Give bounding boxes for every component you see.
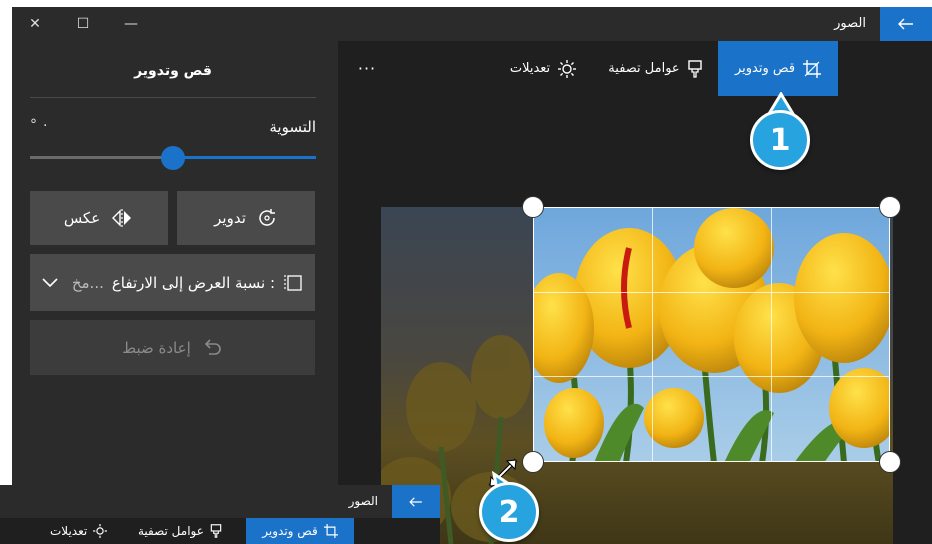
secondary-back-button[interactable] [392, 485, 440, 518]
straighten-slider-fill [173, 156, 316, 159]
sun-icon [558, 59, 577, 78]
photos-window-secondary: الصور قص وتدوير عوامل تصفية تعديلات [0, 485, 440, 544]
crop-grid-line [534, 292, 889, 293]
panel-title: قص وتدوير [134, 63, 212, 79]
panel-divider [30, 97, 316, 98]
title-bar: ✕ ☐ — الصور [12, 7, 932, 41]
secondary-tab-adjust-label: تعديلات [50, 524, 88, 538]
crop-region[interactable] [533, 207, 890, 462]
close-button[interactable]: ✕ [12, 7, 58, 41]
aspect-ratio-dropdown[interactable]: مخ... نسبة العرض إلى الارتفاع : [30, 254, 315, 311]
edit-toolbar: ··· تعديلات عوامل تصفية قص وتدوير [338, 41, 932, 96]
flip-button[interactable]: عكس [30, 191, 168, 245]
crop-icon [803, 59, 822, 78]
crop-icon [323, 524, 338, 538]
rotate-button[interactable]: تدوير [177, 191, 315, 245]
tab-adjustments[interactable]: تعديلات [498, 41, 588, 96]
crop-handle-bottom-right[interactable] [879, 451, 901, 473]
straighten-slider-thumb[interactable] [161, 146, 185, 170]
chevron-down-icon [42, 277, 58, 287]
secondary-tab-crop-rotate[interactable]: قص وتدوير [246, 518, 354, 544]
brush-icon [210, 524, 222, 538]
crop-grid-line [652, 208, 653, 461]
crop-grid-line [771, 208, 772, 461]
tab-adjustments-label: تعديلات [509, 61, 551, 76]
secondary-title-bar: الصور [0, 485, 440, 518]
callout-1-number: 1 [769, 122, 791, 158]
reset-button[interactable]: إعادة ضبط [30, 320, 315, 375]
secondary-tab-adjustments[interactable]: تعديلات [50, 518, 108, 544]
aspect-ratio-label: نسبة العرض إلى الارتفاع : [111, 273, 275, 292]
flip-icon [112, 209, 132, 227]
callout-1: 1 [750, 110, 810, 170]
callout-2: 2 [479, 482, 539, 542]
straighten-value: ° ٠ [30, 117, 49, 133]
crop-handle-top-left[interactable] [522, 196, 544, 218]
tab-crop-rotate[interactable]: قص وتدوير [718, 41, 838, 96]
back-arrow-icon [898, 18, 913, 30]
minimize-button[interactable]: — [108, 7, 154, 41]
tab-filters-label: عوامل تصفية [608, 61, 680, 76]
secondary-tab-filters-label: عوامل تصفية [138, 524, 204, 538]
rotate-label: تدوير [214, 209, 246, 227]
reset-label: إعادة ضبط [122, 338, 191, 357]
crop-handle-top-right[interactable] [879, 196, 901, 218]
callout-2-number: 2 [498, 494, 520, 530]
brush-icon [687, 59, 702, 78]
rotate-icon [259, 209, 275, 226]
more-icon: ··· [357, 59, 377, 78]
app-title: الصور [834, 16, 866, 31]
aspect-ratio-icon [284, 274, 302, 291]
more-options-button[interactable]: ··· [352, 41, 382, 96]
crop-rotate-panel: قص وتدوير التسوية ° ٠ تدوير عكس مخ... نس… [12, 41, 338, 544]
undo-icon [204, 338, 221, 355]
tab-crop-rotate-label: قص وتدوير [734, 61, 796, 76]
tab-filters[interactable]: عوامل تصفية [600, 41, 710, 96]
secondary-tab-filters[interactable]: عوامل تصفية [138, 518, 222, 544]
back-button[interactable] [880, 7, 932, 41]
secondary-app-title: الصور [348, 494, 378, 508]
crop-grid-line [534, 376, 889, 377]
back-arrow-icon [409, 496, 422, 507]
maximize-button[interactable]: ☐ [60, 7, 106, 41]
straighten-label: التسوية [269, 118, 316, 136]
maximize-icon: ☐ [76, 16, 90, 32]
close-icon: ✕ [29, 16, 41, 32]
flip-label: عكس [63, 209, 101, 227]
sun-icon [93, 524, 108, 538]
image-canvas [338, 96, 932, 544]
minimize-icon: — [124, 16, 138, 32]
secondary-tab-crop-label: قص وتدوير [262, 524, 318, 538]
tulip-photo [534, 208, 889, 461]
aspect-ratio-value: مخ... [71, 273, 104, 292]
photos-window: ✕ ☐ — الصور قص وتدوير التسوية ° ٠ تدوير … [12, 7, 932, 544]
